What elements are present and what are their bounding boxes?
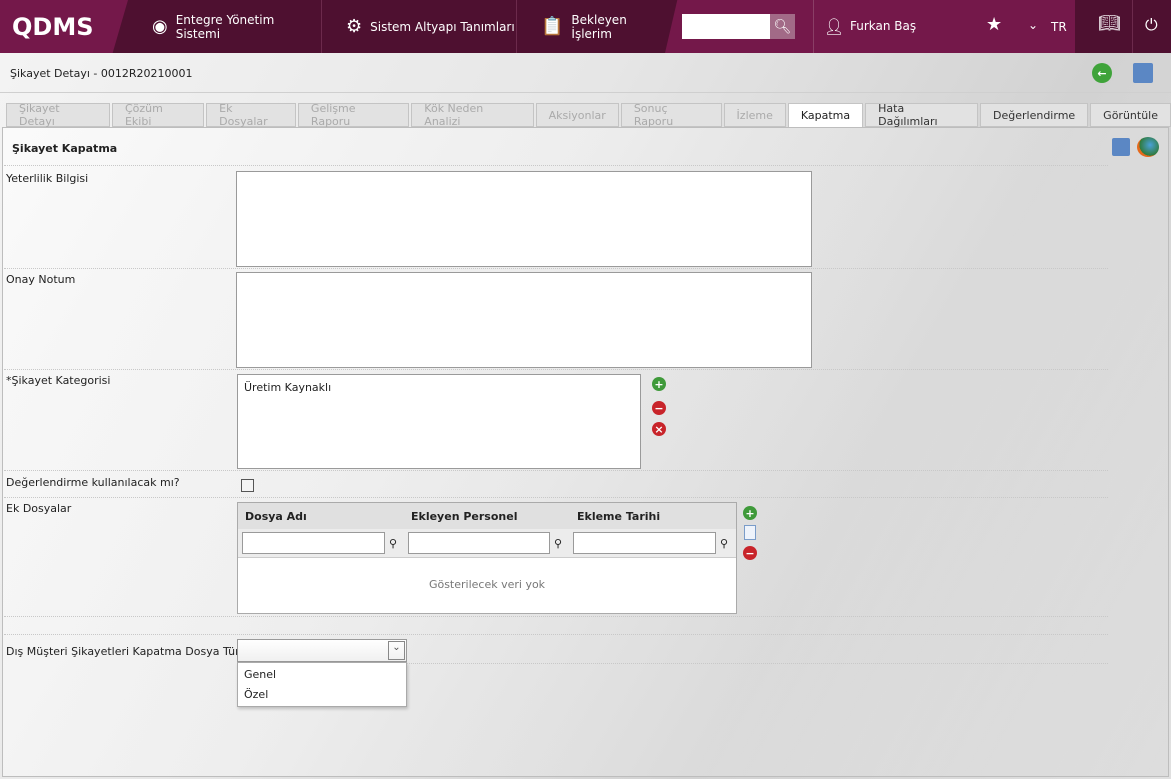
- divider: [813, 0, 814, 53]
- nav-entegre[interactable]: ◉ Entegre Yönetim Sistemi: [128, 0, 322, 53]
- tab-gelisme-raporu[interactable]: Gelişme Raporu: [297, 102, 410, 128]
- tab-degerlendirme[interactable]: Değerlendirme: [980, 103, 1089, 127]
- clear-icon[interactable]: ×: [652, 422, 666, 436]
- save-icon[interactable]: [1133, 63, 1153, 83]
- onay-label: Onay Notum: [6, 273, 76, 286]
- chevron-down-icon[interactable]: ⌄: [388, 641, 405, 660]
- back-arrow-icon[interactable]: ←: [1092, 63, 1112, 83]
- user-name[interactable]: Furkan Baş: [850, 19, 916, 33]
- dosya-turu-dropdown: Genel Özel: [237, 662, 407, 707]
- column-header[interactable]: Ekleyen Personel: [404, 510, 570, 523]
- qdms-logo[interactable]: QDMS: [0, 0, 128, 53]
- tab-sonuc-raporu[interactable]: Sonuç Raporu: [620, 102, 722, 128]
- degerlendirme-label: Değerlendirme kullanılacak mı?: [6, 476, 180, 489]
- tab-cozum-ekibi[interactable]: Çözüm Ekibi: [111, 102, 205, 128]
- nav-label: Entegre Yönetim Sistemi: [175, 12, 275, 41]
- tab-bar: Şikayet Detayı Çözüm Ekibi Ek Dosyalar G…: [6, 102, 1171, 128]
- ek-dosyalar-grid: Dosya Adı Ekleyen Personel Ekleme Tarihi…: [237, 502, 737, 614]
- dosya-turu-label: Dış Müşteri Şikayetleri Kapatma Dosya Tü…: [6, 645, 247, 658]
- qdms-icon: ◉: [152, 16, 168, 37]
- filter-ekleme-tarihi[interactable]: [573, 532, 716, 554]
- divider: [4, 634, 1108, 635]
- tab-aksiyonlar[interactable]: Aksiyonlar: [535, 103, 619, 127]
- add-icon[interactable]: +: [652, 377, 666, 391]
- nav-label: Sistem Altyapı Tanımları: [370, 19, 515, 34]
- tab-goruntule[interactable]: Görüntüle: [1090, 103, 1171, 127]
- yeterlilik-label: Yeterlilik Bilgisi: [6, 172, 89, 185]
- power-icon[interactable]: ⏻: [1145, 15, 1158, 35]
- tab-kapatma[interactable]: Kapatma: [787, 103, 864, 128]
- option-ozel[interactable]: Özel: [238, 687, 406, 707]
- nav-bekleyen[interactable]: 📋 Bekleyen İşlerim: [517, 0, 665, 53]
- list-item[interactable]: Üretim Kaynaklı: [244, 381, 634, 394]
- divider: [4, 165, 1108, 166]
- gear-icon: ⚙: [346, 16, 363, 37]
- remove-icon[interactable]: −: [743, 546, 757, 560]
- tab-kok-neden-analizi[interactable]: Kök Neden Analizi: [411, 102, 534, 128]
- divider: [4, 470, 1108, 471]
- dosya-turu-select[interactable]: ⌄: [237, 639, 407, 662]
- filter-icon[interactable]: ⚲: [720, 537, 728, 550]
- kategori-label: *Şikayet Kategorisi: [6, 374, 111, 387]
- page-title: Şikayet Detayı - 0012R20210001: [10, 67, 193, 80]
- remove-icon[interactable]: −: [652, 401, 666, 415]
- language-selector[interactable]: TR: [1051, 20, 1067, 34]
- degerlendirme-checkbox[interactable]: [241, 479, 254, 492]
- divider: [4, 268, 1108, 269]
- nav-label: Bekleyen İşlerim: [571, 12, 627, 41]
- manual-book-icon[interactable]: 📖︎: [1098, 13, 1121, 34]
- user-icon: 👤︎: [824, 17, 845, 36]
- add-icon[interactable]: +: [743, 506, 757, 520]
- logo-text: QDMS: [12, 12, 94, 41]
- search-icon[interactable]: 🔍︎: [770, 14, 795, 39]
- star-icon[interactable]: ★: [986, 14, 1002, 35]
- divider: [4, 616, 1108, 617]
- column-header[interactable]: Ekleme Tarihi: [570, 510, 736, 523]
- clipboard-icon: 📋: [541, 16, 564, 37]
- divider: [4, 369, 1108, 370]
- onay-textarea[interactable]: [236, 272, 812, 368]
- kategori-list[interactable]: Üretim Kaynaklı: [237, 374, 641, 469]
- divider: [0, 92, 1171, 93]
- filter-icon[interactable]: ⚲: [389, 537, 397, 550]
- document-icon[interactable]: [744, 525, 756, 540]
- filter-ekleyen-personel[interactable]: [408, 532, 550, 554]
- save-icon[interactable]: [1112, 138, 1130, 156]
- option-genel[interactable]: Genel: [238, 667, 406, 687]
- divider: [407, 663, 1108, 664]
- tab-ek-dosyalar[interactable]: Ek Dosyalar: [206, 102, 296, 128]
- tab-izleme[interactable]: İzleme: [723, 103, 786, 127]
- empty-message: Gösterilecek veri yok: [428, 578, 546, 591]
- nav-sistem[interactable]: ⚙ Sistem Altyapı Tanımları: [322, 0, 517, 53]
- divider: [4, 497, 1108, 498]
- chevron-down-icon[interactable]: ⌄: [1028, 18, 1038, 32]
- tab-sikayet-detayi[interactable]: Şikayet Detayı: [6, 102, 110, 128]
- search-input[interactable]: [682, 14, 770, 39]
- filter-dosya-adi[interactable]: [242, 532, 385, 554]
- filter-icon[interactable]: ⚲: [554, 537, 562, 550]
- section-title: Şikayet Kapatma: [12, 142, 118, 155]
- tab-hata-dagilimlari[interactable]: Hata Dağılımları: [865, 102, 979, 128]
- yeterlilik-textarea[interactable]: [236, 171, 812, 267]
- ek-dosyalar-label: Ek Dosyalar: [6, 502, 72, 515]
- column-header[interactable]: Dosya Adı: [238, 510, 404, 523]
- divider: [1132, 0, 1133, 53]
- export-globe-icon[interactable]: [1137, 137, 1159, 157]
